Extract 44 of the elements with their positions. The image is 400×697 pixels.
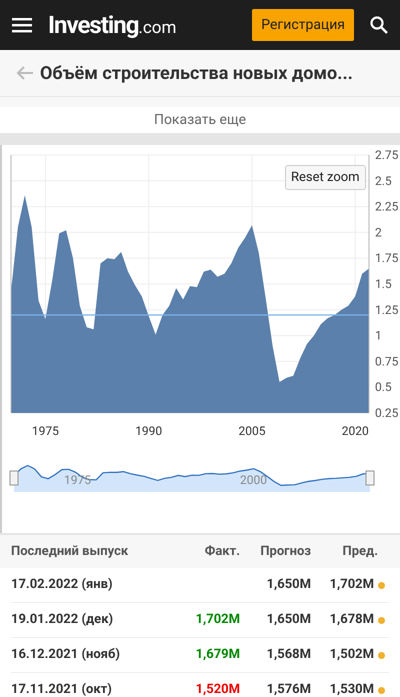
x-axis-label: 2005 [238,424,266,438]
table-cell-text: 1,576M [266,681,311,697]
column-header: Факт. [204,542,240,561]
table-cell-text: 17.02.2022 (янв) [11,576,114,594]
reset-zoom-button[interactable]: Reset zoom [285,165,366,190]
x-axis-label: 2020 [342,424,369,438]
y-axis-label: 2.75 [375,148,398,162]
table-cell-text: 1,650M [266,611,311,630]
table-cell-text: 1,702M [328,576,374,594]
y-axis-label: 0.75 [375,354,398,368]
x-axis-label: 1990 [135,424,162,438]
navigator-drawing[interactable] [10,464,374,492]
column-header: Прогноз [259,542,311,561]
search-icon[interactable] [370,16,388,34]
x-axis-label: 1975 [32,424,59,438]
page-title: Объём строительства новых домо... [40,62,353,86]
y-axis-label: 1.75 [375,251,398,266]
table-cell-text: 1,678M [328,611,374,630]
table-cell-text: 1,520M [194,681,240,697]
logo[interactable]: Investing.com [48,7,176,43]
table-cell-text: 16.12.2021 (нояб) [11,646,121,664]
table-cell-text: 19.01.2022 (дек) [11,611,114,630]
table-cell-text: 17.11.2021 (окт) [11,681,113,697]
table-cell-text: 1,650M [266,576,311,594]
table-cell-text: 1,530M [328,681,374,697]
table-cell-text: 1,502M [328,646,374,664]
y-axis-label: 1 [375,328,382,343]
y-axis-label: 2.25 [375,200,398,214]
y-axis-label: 1.25 [375,302,398,317]
table-cell-text: 1,568M [266,646,311,664]
show-more-button[interactable]: Показать еще [154,110,246,130]
menu-icon[interactable] [12,17,32,33]
y-axis-label: 0.5 [375,380,392,394]
y-axis-label: 0.25 [375,406,398,420]
table-cell-text: 1,702M [194,611,240,630]
navigator-label: 2000 [240,473,267,487]
y-axis-label: 1.5 [375,277,392,291]
register-button[interactable]: Регистрация [252,9,354,41]
y-axis-label: 2.5 [375,174,392,188]
navigator-label: 1975 [64,473,91,487]
table-cell-text: 1,679M [194,646,240,664]
y-axis-label: 2 [375,225,382,240]
column-header: Последний выпуск [11,542,130,561]
column-header: Пред. [342,542,378,561]
